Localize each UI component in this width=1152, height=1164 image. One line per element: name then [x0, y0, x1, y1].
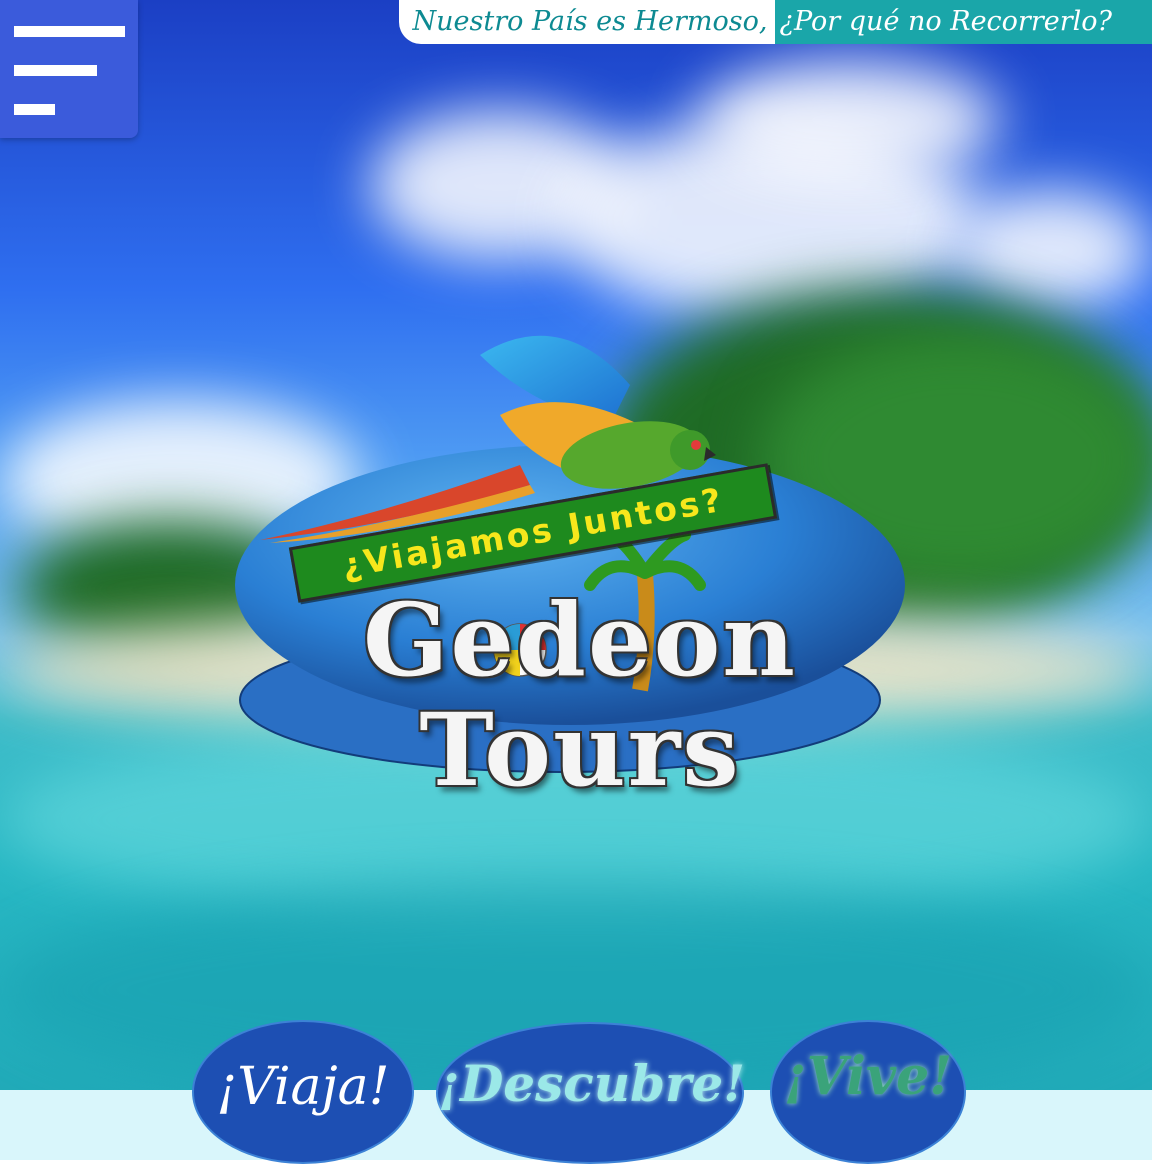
- menu-button[interactable]: [0, 0, 138, 138]
- viaja-label: ¡Viaja!: [216, 1057, 390, 1117]
- descubre-label: ¡Descubre!: [438, 1054, 746, 1113]
- descubre-button[interactable]: ¡Descubre!: [436, 1022, 746, 1164]
- tagline-part1: Nuestro País es Hermoso,: [398, 0, 776, 44]
- logo-brand-name: Gedeon Tours: [363, 581, 797, 809]
- viaja-button[interactable]: ¡Viaja!: [192, 1020, 414, 1164]
- vive-button[interactable]: ¡Vive!: [770, 1020, 966, 1164]
- vive-label: ¡Vive!: [783, 1046, 953, 1107]
- brand-logo: ¿Viajamos Juntos? Gedeon Tours: [230, 315, 930, 805]
- tagline-part2: ¿Por qué no Recorrerlo?: [775, 0, 1152, 44]
- parrot-head: [670, 430, 710, 470]
- header-tagline: Nuestro País es Hermoso, ¿Por qué no Rec…: [398, 0, 1152, 44]
